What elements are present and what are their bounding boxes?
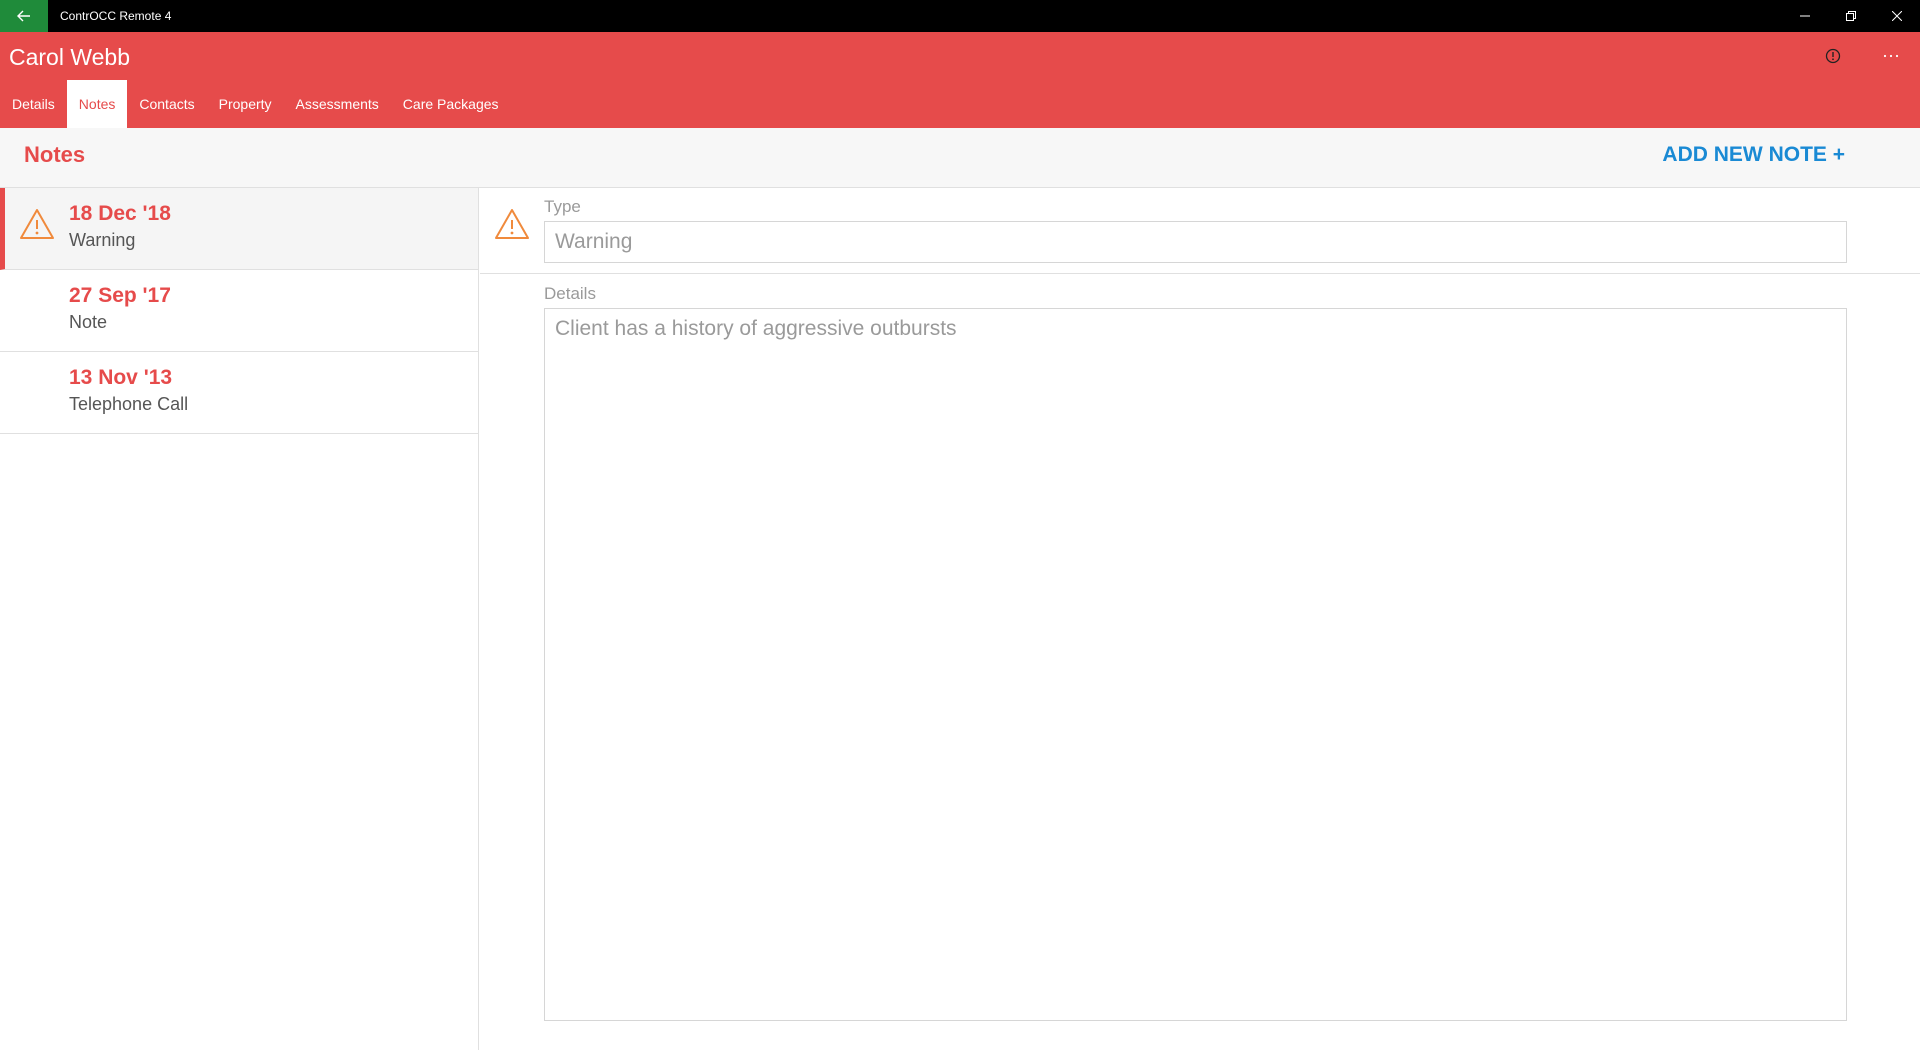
minimize-button[interactable] xyxy=(1782,0,1828,32)
tab-property[interactable]: Property xyxy=(207,80,284,128)
tab-assessments[interactable]: Assessments xyxy=(284,80,391,128)
tab-notes[interactable]: Notes xyxy=(66,80,128,128)
close-button[interactable] xyxy=(1874,0,1920,32)
type-label: Type xyxy=(544,197,581,216)
divider xyxy=(480,273,1920,274)
title-bar: ContrOCC Remote 4 xyxy=(0,0,1920,32)
note-date: 27 Sep '17 xyxy=(69,284,171,307)
tab-contacts[interactable]: Contacts xyxy=(127,80,206,128)
tab-bar: Details Notes Contacts Property Assessme… xyxy=(0,80,511,128)
more-button[interactable] xyxy=(1862,40,1920,72)
header-actions xyxy=(1804,40,1920,72)
info-button[interactable] xyxy=(1804,40,1862,72)
back-button[interactable] xyxy=(0,0,48,32)
warning-icon xyxy=(494,208,530,245)
back-arrow-icon xyxy=(17,10,30,22)
note-date: 13 Nov '13 xyxy=(69,366,173,389)
note-type: Telephone Call xyxy=(69,394,189,414)
app-title: ContrOCC Remote 4 xyxy=(60,9,172,23)
warning-icon xyxy=(19,208,55,245)
tab-details[interactable]: Details xyxy=(0,80,67,128)
section-header: Notes ADD NEW NOTE + xyxy=(0,128,1920,188)
note-detail: Type Warning Details Client has a histor… xyxy=(480,188,1920,1050)
close-icon xyxy=(1892,11,1902,21)
page-title: Notes xyxy=(24,142,86,167)
notes-list: 18 Dec '18 Warning 27 Sep '17 Note 13 No… xyxy=(0,188,479,1050)
note-type: Warning xyxy=(69,230,136,250)
info-icon xyxy=(1825,48,1841,64)
tab-care-packages[interactable]: Care Packages xyxy=(391,80,511,128)
list-item[interactable]: 27 Sep '17 Note xyxy=(0,270,478,352)
details-field[interactable]: Client has a history of aggressive outbu… xyxy=(544,308,1847,1021)
minimize-icon xyxy=(1800,15,1810,17)
add-new-note-button[interactable]: ADD NEW NOTE + xyxy=(1662,143,1845,167)
restore-button[interactable] xyxy=(1828,0,1874,32)
list-item[interactable]: 18 Dec '18 Warning xyxy=(0,188,478,270)
details-label: Details xyxy=(544,284,596,303)
client-name: Carol Webb xyxy=(9,44,131,70)
restore-icon xyxy=(1846,11,1856,21)
more-icon xyxy=(1883,54,1899,58)
note-date: 18 Dec '18 xyxy=(69,202,171,225)
window-controls xyxy=(1782,0,1920,32)
type-field[interactable]: Warning xyxy=(544,221,1847,263)
list-item[interactable]: 13 Nov '13 Telephone Call xyxy=(0,352,478,434)
note-type: Note xyxy=(69,312,108,332)
client-header: Carol Webb Details Notes Contacts Proper… xyxy=(0,32,1920,128)
